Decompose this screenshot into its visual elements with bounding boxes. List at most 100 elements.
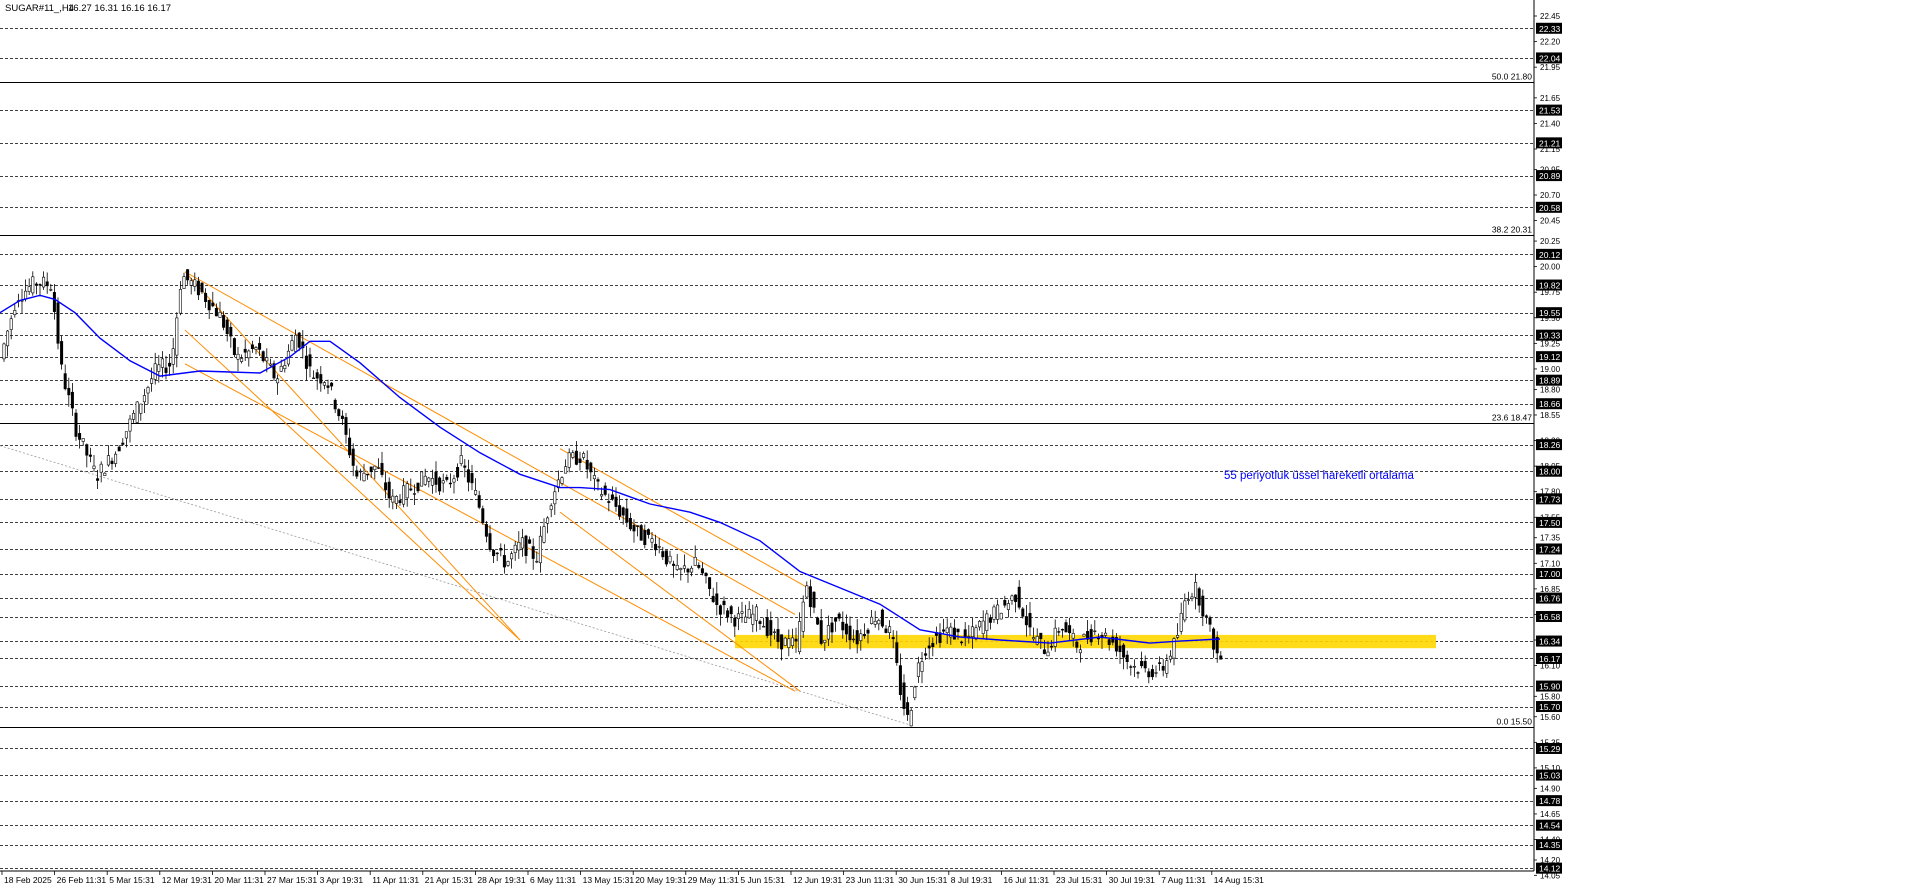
candle-body [31,276,35,294]
price-tag-label: 21.21 [1539,138,1561,148]
price-tick-label: 15.80 [1540,692,1561,701]
candle-body [70,391,74,409]
candle-body [225,319,229,335]
time-tick-label: 6 May 11:31 [530,875,576,885]
candle-body [315,372,319,379]
candle-body [715,593,719,605]
chart-canvas[interactable]: 50.0 21.8038.2 20.3123.6 18.470.0 15.50 … [0,0,1916,888]
price-tick-label: 21.65 [1540,94,1561,103]
candle-body [776,629,780,642]
candle-body [333,399,337,410]
candle-body [697,564,701,568]
candle-body [445,476,449,480]
candle-body [13,310,17,315]
candle-body [499,548,503,551]
price-tag-label: 19.33 [1539,331,1561,341]
price-tick-label: 15.60 [1540,713,1561,722]
candle-body [247,350,251,359]
candle-body [906,702,910,715]
candle-body [988,617,992,623]
candle-body [56,302,60,344]
candle-body [1147,671,1151,678]
price-tick-label: 18.80 [1540,385,1561,394]
candle-body [196,280,200,296]
candle-body [366,473,370,476]
candle-body [528,539,532,544]
time-tick-label: 21 Apr 15:31 [425,875,473,885]
candle-body [852,638,856,641]
time-tick-label: 18 Feb 2025 [4,875,52,885]
candle-body [250,344,254,350]
time-tick-label: 20 May 19:31 [635,875,687,885]
candle-body [1129,666,1133,668]
candle-body [326,385,330,388]
candle-body [801,601,805,632]
candle-body [664,550,668,565]
time-tick-label: 16 Jul 11:31 [1003,875,1049,885]
candle-body [175,317,179,356]
candle-body [189,280,193,286]
candle-body [49,289,53,291]
candle-body [646,529,650,535]
candle-body [1028,612,1032,628]
candle-body [1140,660,1144,667]
candle-body [211,302,215,307]
candle-body [319,374,323,384]
candle-body [862,634,866,637]
price-chart[interactable]: 50.0 21.80 38.2 20.31 23.6 18.47 0.0 15.50 … [0,0,1916,888]
candle-body [798,621,802,653]
candle-body [718,605,722,615]
price-tag-label: 20.89 [1539,171,1561,181]
candle-body [1125,654,1129,663]
candle-body [153,363,157,380]
candle-body [1201,595,1205,617]
candle-body [506,561,510,566]
candle-body [1068,625,1072,634]
candle-body [168,362,172,367]
candle-body [214,308,218,317]
time-tick-label: 20 Mar 11:31 [214,875,264,885]
candle-body [520,537,524,549]
candle-body [661,551,665,558]
candle-body [1003,600,1007,606]
time-tick-label: 27 Mar 15:31 [267,875,317,885]
candle-body [891,637,895,640]
candle-body [88,454,92,457]
candle-body [700,568,704,574]
candle-body [1082,633,1086,637]
candle-body [470,473,474,484]
price-tag-label: 20.58 [1539,203,1561,213]
candle-body [283,365,287,370]
candle-body [373,465,377,471]
candle-body [1165,660,1169,674]
candle-body [513,544,517,554]
candle-body [992,606,996,620]
candle-body [823,639,827,643]
candle-body [873,620,877,625]
candle-body [639,525,643,541]
candle-body [1136,672,1140,674]
candle-body [42,276,46,288]
price-tick-label: 22.45 [1540,12,1561,21]
candle-body [312,377,316,380]
candle-body [538,535,542,564]
candle-body [1179,613,1183,632]
candle-body [974,627,978,640]
candle-body [99,463,103,473]
candle-body [376,467,380,469]
support-zone-layer [735,634,1436,649]
candle-body [466,469,470,483]
candle-body [564,466,568,474]
time-tick-label: 7 Aug 11:31 [1161,875,1206,885]
candle-body [880,609,884,627]
candle-body [610,494,614,500]
candle-body [931,642,935,648]
candle-body [423,475,427,485]
fibonacci-label: 38.2 20.31 [1492,225,1532,235]
candle-body [657,546,661,548]
candle-body [1078,649,1082,654]
candle-body [34,283,38,286]
candle-body [171,348,175,365]
candle-body [830,622,834,633]
candle-body [1104,632,1108,636]
